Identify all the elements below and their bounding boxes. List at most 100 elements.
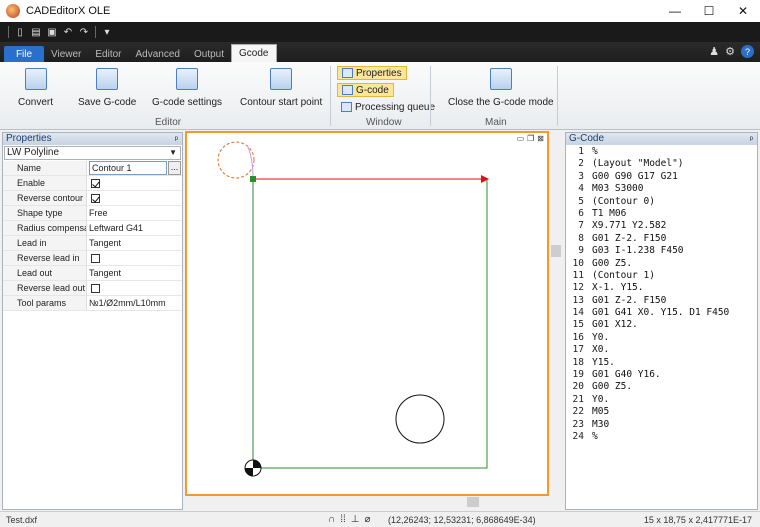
object-type-value: LW Polyline xyxy=(7,147,60,158)
property-value[interactable]: Free xyxy=(87,206,182,220)
tab-gcode[interactable]: Gcode xyxy=(231,44,277,62)
tab-output[interactable]: Output xyxy=(187,46,231,62)
close-gcode-mode-label: Close the G-code mode xyxy=(448,97,554,108)
chevron-down-icon: ▼ xyxy=(169,148,177,157)
tab-viewer[interactable]: Viewer xyxy=(44,46,88,62)
gcode-line-text: T1 M06 xyxy=(592,207,627,219)
close-icon[interactable]: ⊠ xyxy=(537,134,544,143)
horizontal-scrollbar[interactable] xyxy=(430,496,550,508)
contour-start-point-button[interactable]: Contour start point xyxy=(240,68,322,108)
vertical-scrollbar[interactable] xyxy=(550,131,562,496)
save-gcode-button[interactable]: Save G-code xyxy=(78,68,136,108)
gcode-line-text: G03 I-1.238 F450 xyxy=(592,245,684,257)
tab-editor[interactable]: Editor xyxy=(88,46,128,62)
gcode-line: 12 X-1. Y15. xyxy=(566,282,757,294)
property-row-lead-out: Lead out Tangent xyxy=(3,266,182,281)
processing-queue-button[interactable]: Processing queue xyxy=(337,100,439,114)
minimize-icon[interactable]: ▭ xyxy=(517,134,525,143)
ortho-icon[interactable]: ⊥ xyxy=(351,514,360,525)
save-gcode-label: Save G-code xyxy=(78,97,137,108)
minimize-button[interactable]: — xyxy=(658,0,692,22)
save-icon[interactable]: ▣ xyxy=(47,27,57,38)
drawing-dimensions: 15 x 18,75 x 2,417771E-17 xyxy=(643,515,752,525)
property-row-reverse-contour: Reverse contour xyxy=(3,191,182,206)
gcode-line-number: 3 xyxy=(578,170,584,182)
qat-dropdown-icon[interactable]: ▾ xyxy=(102,27,112,38)
gcode-line-number: 5 xyxy=(578,195,584,207)
vertical-scroll-thumb[interactable] xyxy=(551,245,561,257)
settings-icon[interactable]: ⚙ xyxy=(725,45,735,58)
property-name: Reverse lead out xyxy=(3,281,87,295)
gcode-line: 15 G01 X12. xyxy=(566,319,757,331)
property-row-shape-type: Shape type Free xyxy=(3,206,182,221)
gcode-line: 3 G00 G90 G17 G21 xyxy=(566,171,757,183)
maximize-button[interactable]: ☐ xyxy=(692,0,726,22)
reverse-contour-checkbox[interactable] xyxy=(91,194,100,203)
object-type-select[interactable]: LW Polyline ▼ xyxy=(4,146,181,160)
help-icon[interactable]: ? xyxy=(741,45,754,58)
property-value[interactable]: №1/Ø2mm/L10mm xyxy=(87,296,182,310)
property-value[interactable]: Tangent xyxy=(87,236,182,250)
processing-queue-label: Processing queue xyxy=(355,101,436,113)
close-gcode-mode-button[interactable]: Close the G-code mode xyxy=(448,68,554,108)
grid-icon[interactable]: ⁞⁞ xyxy=(340,514,346,525)
enable-checkbox[interactable] xyxy=(91,179,100,188)
gcode-line: 5 (Contour 0) xyxy=(566,196,757,208)
property-row-lead-in: Lead in Tangent xyxy=(3,236,182,251)
gcode-line: 19 G01 G40 Y16. xyxy=(566,369,757,381)
toggle-properties-label: Properties xyxy=(356,67,402,79)
user-icon[interactable]: ♟ xyxy=(709,45,719,58)
restore-icon[interactable]: ❐ xyxy=(527,134,534,143)
pin-icon[interactable]: ᵖ xyxy=(750,133,753,145)
gcode-line-text: Y0. xyxy=(592,393,610,405)
toggle-properties-button[interactable]: Properties xyxy=(337,66,407,80)
snap-icon[interactable]: ⌀ xyxy=(364,514,370,525)
properties-panel: Properties ᵖ LW Polyline ▼ Name Contour … xyxy=(2,132,183,510)
contour-start-marker[interactable] xyxy=(250,176,256,182)
gcode-line-number: 23 xyxy=(572,418,584,430)
property-value[interactable]: Leftward G41 xyxy=(87,221,182,235)
redo-icon[interactable]: ↷ xyxy=(79,27,89,38)
direction-arrow-icon xyxy=(481,175,489,183)
property-name: Tool params xyxy=(3,296,87,310)
new-file-icon[interactable]: ▯ xyxy=(15,27,25,38)
circle-contour[interactable] xyxy=(395,394,445,444)
contour-rectangle[interactable] xyxy=(252,178,488,469)
ellipsis-button[interactable]: ... xyxy=(168,161,181,175)
gcode-line: 8 G01 Z-2. F150 xyxy=(566,233,757,245)
gcode-line: 7 X9.771 Y2.582 xyxy=(566,220,757,232)
gcode-line-text: Y15. xyxy=(592,356,615,368)
gcode-settings-button[interactable]: G-code settings xyxy=(152,68,222,108)
drawing-canvas[interactable]: ▭ ❐ ⊠ xyxy=(185,131,549,496)
close-button[interactable]: ✕ xyxy=(726,0,760,22)
property-value[interactable]: Tangent xyxy=(87,266,182,280)
processing-queue-icon xyxy=(341,102,352,112)
property-row-reverse-lead-out: Reverse lead out xyxy=(3,281,182,296)
horizontal-scroll-thumb[interactable] xyxy=(467,497,479,507)
toggle-gcode-button[interactable]: G-code xyxy=(337,83,394,97)
gcode-panel: G-Code ᵖ 1% 2 (Layout "Model") 3 G00 G90 G17… xyxy=(565,132,758,510)
window-controls: — ☐ ✕ xyxy=(658,0,760,22)
gcode-line: 20 G00 Z5. xyxy=(566,381,757,393)
quick-access-toolbar: ▯ ▤ ▣ ↶ ↷ ▾ xyxy=(0,22,760,42)
property-name: Radius compensation xyxy=(3,221,87,235)
undo-icon[interactable]: ↶ xyxy=(63,27,73,38)
reverse-lead-out-checkbox[interactable] xyxy=(91,284,100,293)
reverse-lead-in-checkbox[interactable] xyxy=(91,254,100,263)
property-value xyxy=(87,176,182,190)
gcode-line-text: (Contour 0) xyxy=(592,195,655,207)
property-value xyxy=(87,251,182,265)
cursor-coordinates: (12,26243; 12,53231; 6,868649E-34) xyxy=(388,515,536,525)
gcode-line: 9 G03 I-1.238 F450 xyxy=(566,245,757,257)
open-file-icon[interactable]: ▤ xyxy=(31,27,41,38)
gcode-line: 13 G01 Z-2. F150 xyxy=(566,295,757,307)
convert-button[interactable]: Convert xyxy=(18,68,53,108)
tab-advanced[interactable]: Advanced xyxy=(129,46,187,62)
pin-icon[interactable]: ᵖ xyxy=(175,133,178,145)
tab-file[interactable]: File xyxy=(4,46,44,62)
properties-icon xyxy=(342,68,353,78)
group-label-editor: Editor xyxy=(155,117,182,128)
gcode-text[interactable]: 1% 2 (Layout "Model") 3 G00 G90 G17 G21 4 M03 … xyxy=(566,145,757,443)
magnet-icon[interactable]: ∩ xyxy=(328,514,335,525)
contour-name-input[interactable]: Contour 1 xyxy=(89,161,167,175)
